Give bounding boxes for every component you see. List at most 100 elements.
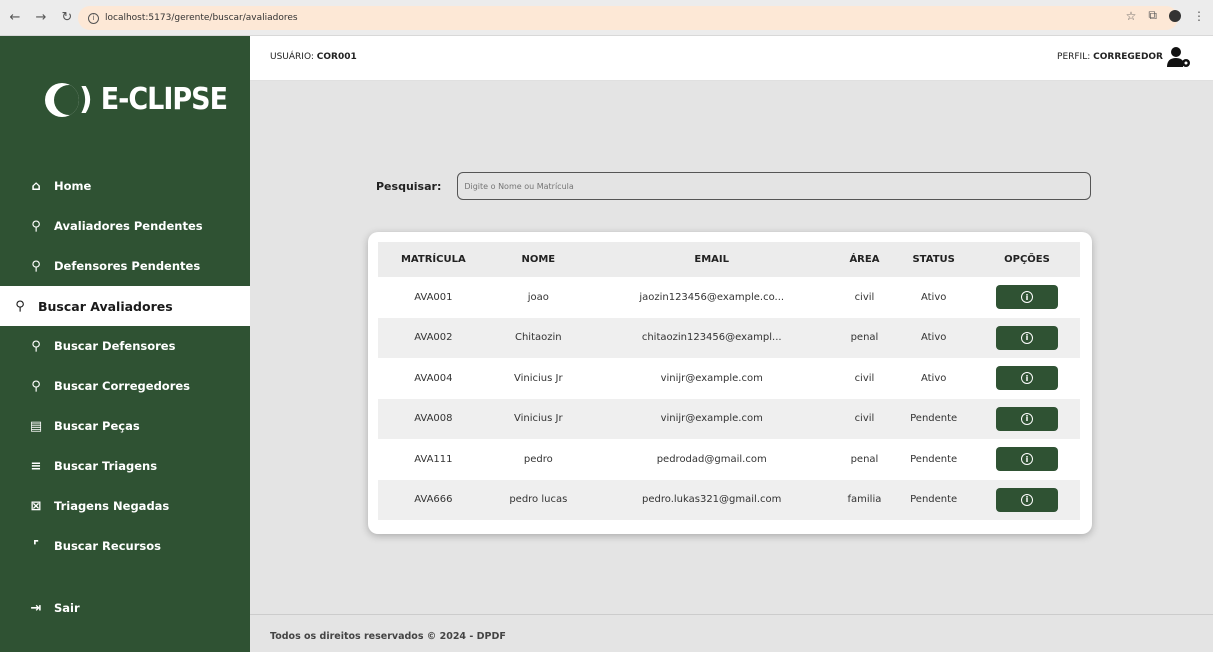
- options-cell: i: [974, 358, 1080, 399]
- info-icon: i: [1020, 493, 1033, 506]
- options-cell: i: [973, 317, 1080, 358]
- list-search-icon: ≡: [30, 458, 42, 474]
- table-cell: Vinicius Jr: [488, 398, 588, 439]
- copyright-text: Todos os direitos reservados © 2024 - DP…: [270, 631, 506, 642]
- reload-icon[interactable]: ↻: [56, 7, 78, 29]
- profile-role: CORREGEDOR: [1093, 52, 1163, 62]
- table-row: AVA001 joao jaozin123456@example.co... civi…: [378, 277, 1080, 318]
- back-icon[interactable]: ←: [4, 7, 26, 29]
- moon-logo-icon: [45, 82, 79, 117]
- sidebar-nav: ⌂ Home ⚲ Avaliadores Pendentes ⚲ Defensores P…: [0, 166, 250, 566]
- sidebar-item-triagens-negadas[interactable]: ⊠ Triagens Negadas: [0, 486, 250, 526]
- table-row: AVA002 Chitaozin chitaozin123456@exampl...…: [378, 317, 1080, 358]
- menu-kebab-icon[interactable]: ⋮: [1193, 9, 1205, 23]
- search-input[interactable]: [457, 172, 1092, 200]
- table-cell: pedro.lukas321@gmail.com: [587, 479, 836, 520]
- sidebar-item-label: Buscar Avaliadores: [38, 298, 173, 314]
- options-cell: i: [973, 398, 1080, 439]
- sidebar-item-avaliadores-pendentes[interactable]: ⚲ Avaliadores Pendentes: [0, 206, 250, 246]
- browser-toolbar: ← → ↻ i localhost:5173/gerente/buscar/av…: [0, 0, 1213, 36]
- details-button[interactable]: i: [995, 406, 1058, 431]
- home-icon: ⌂: [31, 178, 41, 194]
- sidebar-item-sair[interactable]: ⇥ Sair: [0, 588, 250, 628]
- details-button[interactable]: i: [995, 325, 1058, 350]
- document-search-icon: ▤: [29, 418, 43, 434]
- info-icon: i: [1020, 372, 1033, 385]
- info-icon: i: [1020, 412, 1033, 425]
- table-cell: chitaozin123456@exampl...: [587, 317, 836, 358]
- bookmark-star-icon[interactable]: ☆: [1126, 9, 1137, 23]
- details-button[interactable]: i: [995, 487, 1058, 512]
- table-cell: Pendente: [893, 398, 974, 439]
- column-header: ÁREA: [835, 242, 894, 277]
- user-settings-icon[interactable]: [1167, 46, 1191, 68]
- top-header: USUÁRIO: COR001 PERFIL: CORREGEDOR: [250, 36, 1213, 81]
- options-cell: i: [974, 277, 1080, 318]
- column-header: EMAIL: [587, 242, 836, 277]
- sidebar-item-label: Triagens Negadas: [54, 499, 170, 513]
- table-cell: AVA111: [414, 453, 453, 465]
- sidebar-item-label: Buscar Recursos: [54, 539, 161, 553]
- details-button[interactable]: i: [995, 366, 1058, 391]
- info-icon: i: [1020, 331, 1033, 344]
- sidebar-item-label: Avaliadores Pendentes: [54, 219, 203, 233]
- sidebar-item-defensores-pendentes[interactable]: ⚲ Defensores Pendentes: [0, 246, 250, 286]
- table-cell: Ativo: [920, 372, 947, 384]
- sidebar-item-buscar-recursos[interactable]: ⌜ Buscar Recursos: [0, 526, 250, 566]
- info-icon: i: [1020, 291, 1033, 304]
- profile-info: PERFIL: CORREGEDOR: [1057, 52, 1163, 62]
- results-card: MATRÍCULA NOME EMAIL ÁREA STATUS OPÇÕES …: [368, 232, 1092, 534]
- user-search-icon: ⚲: [15, 298, 25, 314]
- table-cell: vinijr@example.com: [587, 398, 836, 439]
- table-cell: jaozin123456@example.co...: [639, 291, 785, 303]
- table-cell: Ativo: [893, 317, 974, 358]
- table-cell: AVA002: [378, 317, 489, 358]
- table-cell: Pendente: [910, 453, 958, 465]
- sidebar-item-buscar-corregedores[interactable]: ⚲ Buscar Corregedores: [0, 366, 250, 406]
- table-cell: civil: [854, 291, 875, 303]
- details-button[interactable]: i: [995, 447, 1058, 472]
- user-pending-icon: ⚲: [31, 218, 41, 234]
- table-cell: pedro: [523, 453, 553, 465]
- url-text: localhost:5173/gerente/buscar/avaliadore…: [105, 13, 298, 23]
- table-cell: Vinicius Jr: [514, 372, 563, 384]
- sidebar-item-buscar-pe-as[interactable]: ▤ Buscar Peças: [0, 406, 250, 446]
- sidebar-item-buscar-triagens[interactable]: ≡ Buscar Triagens: [0, 446, 250, 486]
- sidebar-item-label: Buscar Corregedores: [54, 379, 191, 393]
- sidebar: ) E-CLIPSE ⌂ Home ⚲ Avaliadores Pendentes ⚲ D…: [0, 36, 250, 652]
- table-row: AVA111 pedro pedrodad@gmail.com penal Penden…: [378, 439, 1080, 480]
- column-header: MATRÍCULA: [378, 242, 489, 277]
- user-info: USUÁRIO: COR001: [270, 52, 357, 62]
- sidebar-item-home[interactable]: ⌂ Home: [0, 166, 250, 206]
- brand-name: E-CLIPSE: [100, 82, 228, 117]
- sidebar-item-buscar-defensores[interactable]: ⚲ Buscar Defensores: [0, 326, 250, 366]
- avaliadores-table: MATRÍCULA NOME EMAIL ÁREA STATUS OPÇÕES …: [378, 242, 1080, 520]
- extensions-icon[interactable]: ⧉: [1148, 8, 1157, 23]
- table-cell: joao: [527, 291, 549, 303]
- search-row: Pesquisar:: [376, 172, 1092, 200]
- sidebar-item-label: Home: [54, 179, 92, 193]
- search-label: Pesquisar:: [376, 179, 442, 193]
- sidebar-item-buscar-avaliadores[interactable]: ⚲ Buscar Avaliadores: [0, 286, 250, 326]
- table-row: AVA004 Vinicius Jr vinijr@example.com civil…: [378, 358, 1080, 399]
- profile-avatar-icon[interactable]: [1169, 9, 1181, 22]
- details-button[interactable]: i: [995, 285, 1058, 310]
- column-header: OPÇÕES: [973, 242, 1080, 277]
- logo: ) E-CLIPSE: [45, 82, 228, 117]
- address-bar[interactable]: i localhost:5173/gerente/buscar/avaliado…: [78, 6, 1178, 30]
- table-cell: AVA001: [414, 291, 453, 303]
- table-cell: pedrodad@gmail.com: [656, 453, 767, 465]
- site-info-icon[interactable]: i: [88, 12, 99, 24]
- footer: Todos os direitos reservados © 2024 - DP…: [250, 614, 1213, 652]
- archive-denied-icon: ⊠: [30, 498, 42, 514]
- table-cell: Pendente: [893, 479, 974, 520]
- table-cell: AVA008: [378, 398, 489, 439]
- user-pending-icon: ⚲: [31, 258, 41, 274]
- logout-icon: ⇥: [30, 600, 42, 616]
- scan-search-icon: ⌜: [32, 538, 40, 554]
- table-row: AVA666 pedro lucas pedro.lukas321@gmail.co…: [378, 479, 1080, 520]
- sidebar-item-label: Buscar Triagens: [54, 459, 158, 473]
- table-cell: penal: [835, 317, 894, 358]
- table-cell: familia: [835, 479, 894, 520]
- forward-icon[interactable]: →: [30, 7, 52, 29]
